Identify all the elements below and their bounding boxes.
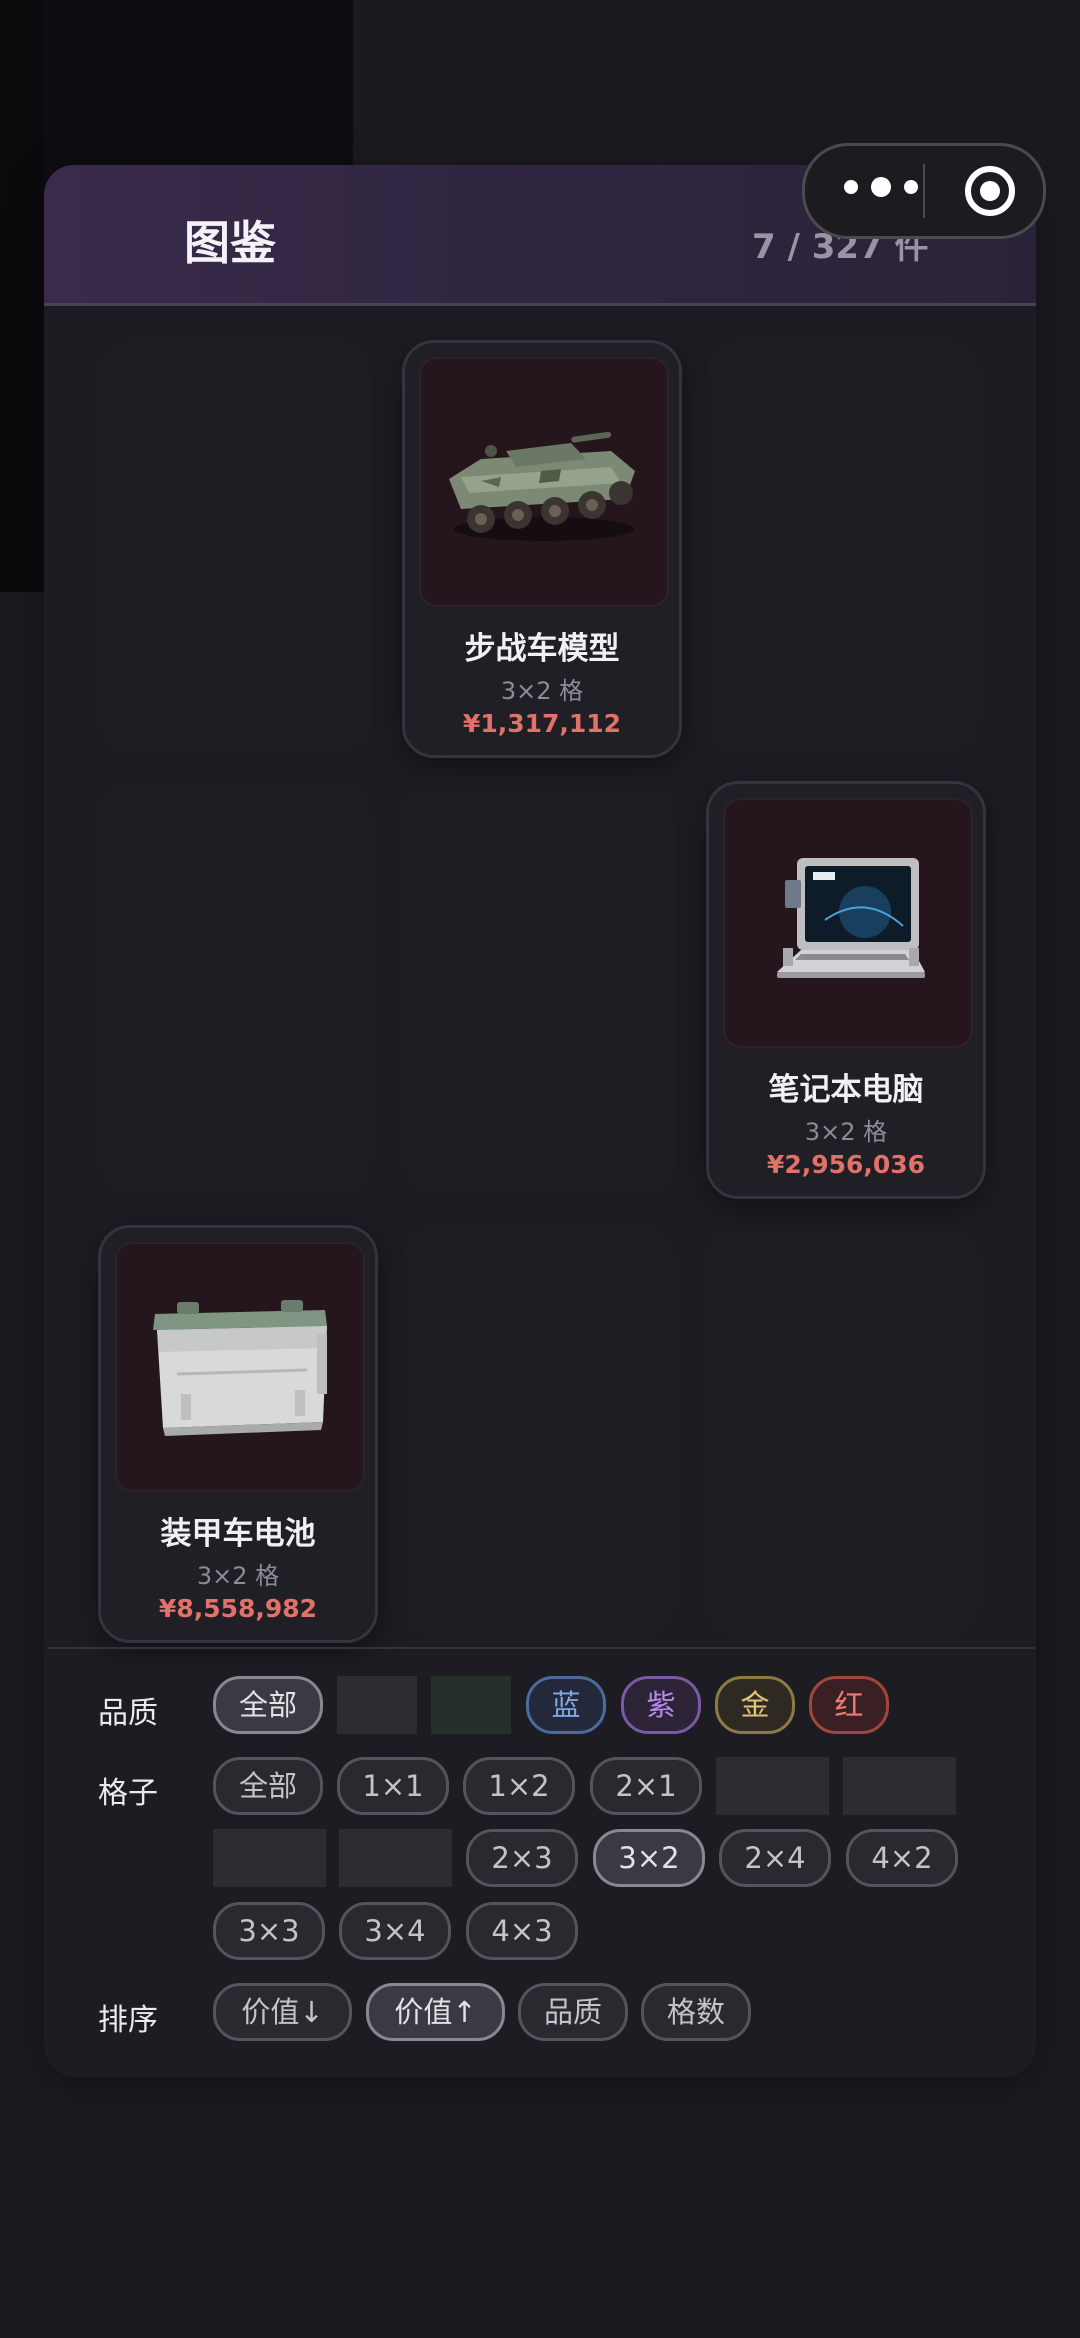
empty-slot <box>402 781 676 1193</box>
more-dots-icon[interactable] <box>837 167 925 207</box>
grid-chip-placeholder[interactable] <box>213 1829 326 1887</box>
item-price: ¥1,317,112 <box>462 709 622 738</box>
grid-1x2-chip[interactable]: 1×2 <box>463 1757 575 1815</box>
grid-4x3-chip[interactable]: 4×3 <box>466 1902 578 1960</box>
grid-4x2-chip[interactable]: 4×2 <box>846 1829 958 1887</box>
grid-chip-placeholder[interactable] <box>339 1829 452 1887</box>
quality-all-chip[interactable]: 全部 <box>213 1676 323 1734</box>
item-name: 装甲车电池 <box>160 1516 316 1552</box>
item-size: 3×2 格 <box>804 1118 888 1146</box>
item-card[interactable]: 笔记本电脑 3×2 格 ¥2,956,036 <box>706 781 986 1199</box>
grid-2x3-chip[interactable]: 2×3 <box>466 1829 578 1887</box>
sort-quality-chip[interactable]: 品质 <box>518 1983 628 2041</box>
miniprogram-capsule <box>802 143 1046 239</box>
empty-slot <box>98 781 372 1193</box>
empty-slot <box>98 340 372 752</box>
grid-2x4-chip[interactable]: 2×4 <box>719 1829 831 1887</box>
background-edge <box>0 0 44 592</box>
sort-label: 排序 <box>98 2003 158 2038</box>
quality-chip-placeholder[interactable] <box>431 1676 511 1734</box>
item-card[interactable]: 步战车模型 3×2 格 ¥1,317,112 <box>402 340 682 758</box>
target-icon[interactable] <box>963 164 1017 218</box>
quality-gold-chip[interactable]: 金 <box>715 1676 795 1734</box>
laptop-icon <box>777 858 925 978</box>
grid-3x2-chip[interactable]: 3×2 <box>593 1829 705 1887</box>
battery-icon <box>153 1300 327 1436</box>
empty-slot <box>706 340 980 752</box>
item-price: ¥8,558,982 <box>158 1594 318 1623</box>
quality-chip-placeholder[interactable] <box>337 1676 417 1734</box>
item-image <box>419 357 669 607</box>
item-size: 3×2 格 <box>500 677 584 705</box>
grid-3x3-chip[interactable]: 3×3 <box>213 1902 325 1960</box>
sort-value-asc-chip[interactable]: 价值↑ <box>366 1983 505 2041</box>
grid-1x1-chip[interactable]: 1×1 <box>337 1757 449 1815</box>
grid-chip-placeholder[interactable] <box>716 1757 829 1815</box>
quality-red-chip[interactable]: 红 <box>809 1676 889 1734</box>
grid-2x1-chip[interactable]: 2×1 <box>590 1757 702 1815</box>
grid-3x4-chip[interactable]: 3×4 <box>339 1902 451 1960</box>
item-name: 笔记本电脑 <box>768 1072 924 1108</box>
armored-vehicle-icon <box>449 431 635 541</box>
item-price: ¥2,956,036 <box>766 1150 926 1179</box>
item-image <box>723 798 973 1048</box>
quality-label: 品质 <box>98 1696 158 1731</box>
item-size: 3×2 格 <box>196 1562 280 1590</box>
capsule-divider <box>923 164 925 218</box>
empty-slot <box>706 1225 980 1637</box>
sort-cells-chip[interactable]: 格数 <box>641 1983 751 2041</box>
item-image <box>115 1242 365 1492</box>
quality-blue-chip[interactable]: 蓝 <box>526 1676 606 1734</box>
filter-divider <box>47 1647 1035 1649</box>
empty-slot <box>402 1225 676 1637</box>
grid-all-chip[interactable]: 全部 <box>213 1757 323 1815</box>
page-title: 图鉴 <box>184 216 276 270</box>
sort-value-desc-chip[interactable]: 价值↓ <box>213 1983 352 2041</box>
item-name: 步战车模型 <box>464 631 620 667</box>
grid-label: 格子 <box>98 1776 158 1811</box>
item-card[interactable]: 装甲车电池 3×2 格 ¥8,558,982 <box>98 1225 378 1643</box>
grid-chip-placeholder[interactable] <box>843 1757 956 1815</box>
quality-purple-chip[interactable]: 紫 <box>621 1676 701 1734</box>
